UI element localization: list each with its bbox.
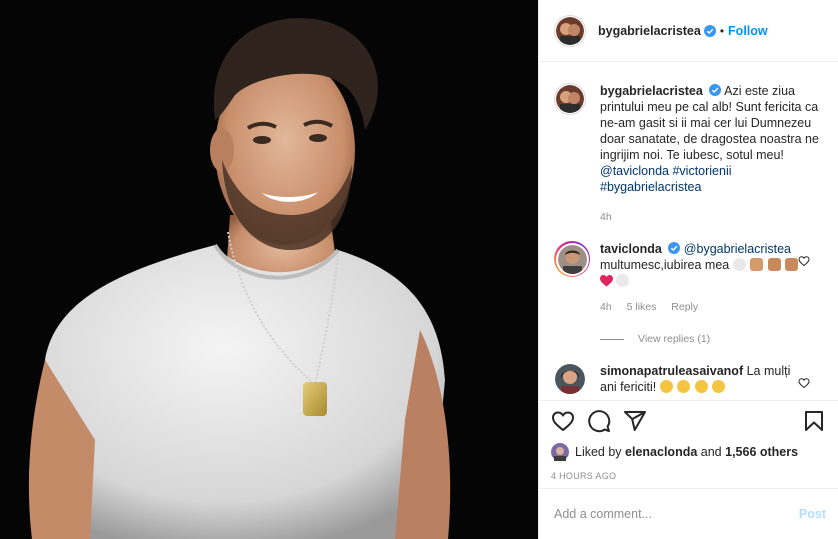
comment-meta: 4h 5 likes Reply [600,299,800,315]
post-header: bygabrielacristea • Follow [539,0,838,62]
caption-username[interactable]: bygabrielacristea [600,84,703,98]
comment-username[interactable]: taviclonda [600,242,662,256]
bookmark-icon[interactable] [802,409,826,433]
caption-mention[interactable]: @taviclonda [600,164,669,178]
view-replies-line [600,338,624,340]
comment-text: multumesc,iubirea mea [600,258,730,272]
likes-others[interactable]: 1,566 others [725,445,798,459]
commenter-avatar[interactable] [554,363,586,395]
comment-likes[interactable]: 5 likes [627,301,657,313]
author-username[interactable]: bygabrielacristea [598,24,701,38]
like-comment-heart-icon[interactable] [798,377,810,389]
liker-username[interactable]: elenaclonda [625,445,697,459]
view-replies-label: View replies (1) [638,333,711,345]
follow-button[interactable]: Follow [728,24,768,38]
comment-input[interactable] [554,507,799,521]
comment-username[interactable]: simonapatruleasaivanof [600,364,743,378]
bride-emoji-icon [616,274,630,287]
caption-meta: 4h [600,209,820,225]
likes-and: and [700,445,722,459]
smiling-face-emoji-icon [712,380,726,393]
caption-avatar[interactable] [554,83,586,115]
verified-badge-icon [709,84,722,96]
heart-icon[interactable] [551,409,575,433]
post-sidebar: bygabrielacristea • Follow bygabrielacri… [538,0,838,539]
separator-dot: • [719,23,725,38]
victory-hand-emoji-icon [785,258,799,271]
verified-badge-icon [668,242,681,254]
comment-body: taviclonda @bygabrielacristea multumesc,… [600,241,800,315]
comment-mention[interactable]: @bygabrielacristea [684,242,791,256]
caption-body: bygabrielacristea Azi este ziua printulu… [600,83,820,225]
liker-avatar[interactable] [551,443,569,461]
comment-item: taviclonda @bygabrielacristea multumesc,… [554,241,823,315]
send-icon[interactable] [623,409,647,433]
like-comment-heart-icon[interactable] [798,255,810,267]
likes-summary: Liked by elenaclonda and 1,566 others [551,441,826,463]
smiling-face-emoji-icon [694,380,708,393]
smiling-face-emoji-icon [659,380,673,393]
post-photo[interactable] [0,0,538,539]
caption: bygabrielacristea Azi este ziua printulu… [554,83,823,225]
flexed-biceps-emoji-icon [750,258,764,271]
commenter-avatar-image [555,364,585,394]
comment-time[interactable]: 4h [600,301,612,313]
commenter-avatar-image [557,244,587,274]
add-comment-bar: Post [539,488,838,539]
reply-button[interactable]: Reply [671,301,698,313]
comment-item: simonapatruleasaivanof La mulți ani feri… [554,363,823,395]
smiling-face-emoji-icon [677,380,691,393]
view-replies-button[interactable]: View replies (1) [600,333,823,345]
caption-time[interactable]: 4h [600,211,612,223]
post-photo-image [0,0,538,539]
likes-prefix: Liked by [575,445,622,459]
bride-emoji-icon [732,258,746,271]
comments-list[interactable]: bygabrielacristea Azi este ziua printulu… [539,63,838,401]
post-timestamp[interactable]: 4 HOURS AGO [551,471,826,481]
post-comment-button[interactable]: Post [799,507,826,521]
comment-body: simonapatruleasaivanof La mulți ani feri… [600,363,800,395]
commenter-avatar[interactable] [554,241,590,277]
victory-hand-emoji-icon [767,258,781,271]
comment-icon[interactable] [587,409,611,433]
verified-badge-icon [703,24,716,37]
post-actions: Liked by elenaclonda and 1,566 others 4 … [539,400,838,481]
action-icons [551,401,826,441]
caption-avatar-image [556,85,584,113]
red-heart-emoji-icon [600,275,613,287]
author-avatar[interactable] [554,14,586,47]
author-avatar-image [556,16,584,45]
